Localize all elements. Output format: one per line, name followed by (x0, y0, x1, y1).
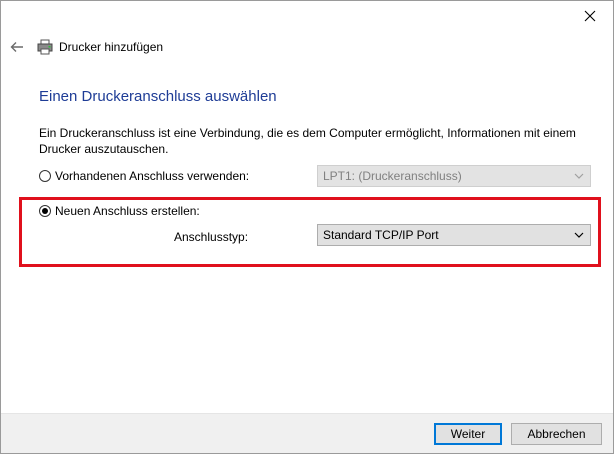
existing-port-select-value: LPT1: (Druckeranschluss) (323, 169, 462, 183)
port-type-select[interactable]: Standard TCP/IP Port (317, 224, 591, 246)
existing-port-select: LPT1: (Druckeranschluss) (317, 165, 591, 187)
printer-icon (37, 39, 53, 55)
port-type-label: Anschlusstyp: (174, 230, 249, 244)
add-printer-dialog: Drucker hinzufügen Einen Druckeranschlus… (0, 0, 614, 454)
chevron-down-icon (574, 232, 584, 238)
new-port-option[interactable]: Neuen Anschluss erstellen: (39, 204, 200, 218)
close-icon (584, 10, 596, 22)
dialog-title-row: Drucker hinzufügen (37, 37, 163, 57)
existing-port-option[interactable]: Vorhandenen Anschluss verwenden: (39, 169, 249, 183)
back-button[interactable] (7, 37, 27, 57)
next-button[interactable]: Weiter (434, 423, 502, 445)
new-port-radio[interactable] (39, 205, 51, 217)
chevron-down-icon (574, 173, 584, 179)
back-arrow-icon (10, 42, 23, 52)
existing-port-radio[interactable] (39, 170, 51, 182)
page-description: Ein Druckeranschluss ist eine Verbindung… (39, 126, 576, 156)
dialog-title: Drucker hinzufügen (59, 40, 164, 54)
dialog-footer: Weiter Abbrechen (1, 413, 613, 453)
cancel-button[interactable]: Abbrechen (511, 423, 602, 445)
close-button[interactable] (567, 1, 613, 31)
port-type-select-value: Standard TCP/IP Port (323, 228, 439, 242)
page-heading: Einen Druckeranschluss auswählen (39, 88, 277, 105)
existing-port-label: Vorhandenen Anschluss verwenden: (55, 169, 250, 183)
new-port-label: Neuen Anschluss erstellen: (55, 204, 200, 218)
